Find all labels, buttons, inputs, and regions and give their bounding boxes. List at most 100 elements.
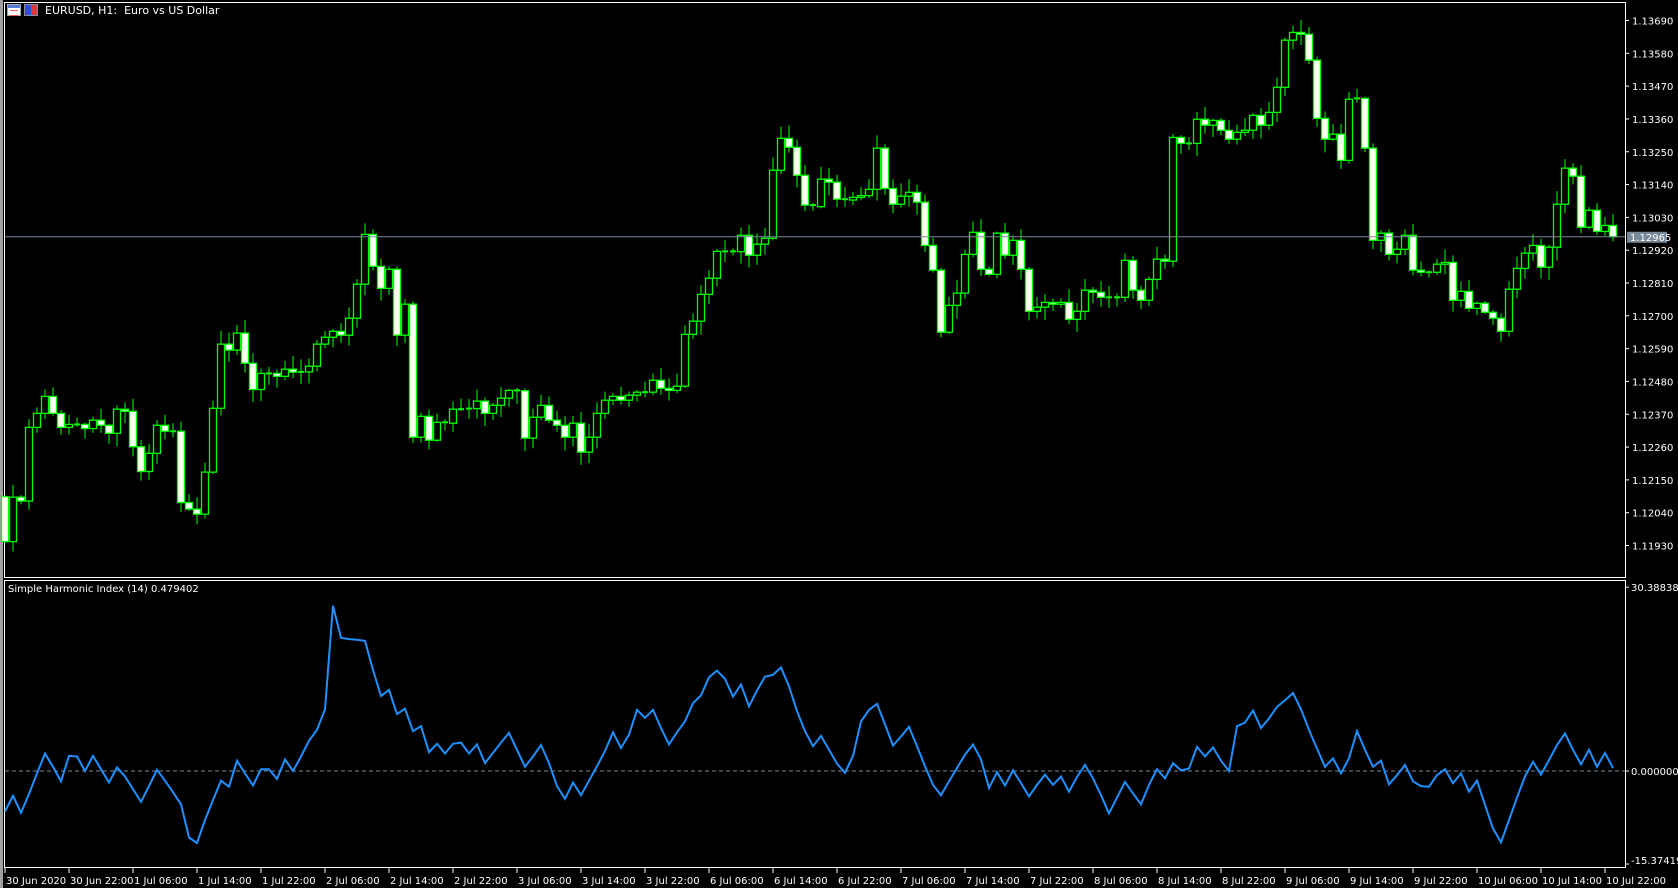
candle: [1440, 249, 1450, 275]
candle-body: [848, 196, 858, 201]
candle-body: [520, 390, 530, 439]
candle: [80, 422, 90, 439]
candle-body: [16, 496, 26, 502]
candle-body: [376, 265, 386, 290]
candle: [1336, 123, 1346, 170]
candle: [896, 183, 906, 208]
candle-body: [1544, 246, 1554, 268]
chart-canvas[interactable]: 1.13690 1.13580 1.13470 1.13360 1.13250 1.131…: [0, 0, 1678, 888]
candle-body: [1464, 290, 1474, 310]
candle: [256, 368, 266, 402]
candle: [384, 266, 394, 295]
indicator-series: [4, 605, 1625, 845]
candle: [208, 400, 218, 475]
candle-body: [344, 317, 354, 336]
candle-body: [1472, 302, 1482, 310]
candle: [488, 402, 498, 420]
candle: [1176, 135, 1186, 154]
candle: [504, 388, 514, 407]
candle: [1080, 278, 1090, 320]
time-label: 3 Jul 14:00: [582, 876, 636, 887]
candle-body: [984, 268, 994, 276]
candle: [1200, 106, 1210, 134]
price-label: 1.12590: [1632, 345, 1673, 356]
candle: [1376, 230, 1386, 252]
price-label: 1.12920: [1632, 246, 1673, 257]
candle-body: [1592, 209, 1602, 233]
candle: [872, 135, 882, 201]
candle-body: [88, 419, 98, 430]
candle-body: [1176, 136, 1186, 145]
candle: [1032, 296, 1042, 319]
candle: [368, 229, 378, 271]
candle: [992, 231, 1002, 279]
candle-body: [936, 269, 946, 333]
candle: [64, 414, 74, 435]
candle: [1120, 253, 1130, 302]
time-label: 10 Jul 14:00: [1542, 876, 1602, 887]
candle-body: [1096, 291, 1106, 298]
price-label: 1.12480: [1632, 377, 1673, 388]
candle-body: [1576, 175, 1586, 228]
candle: [760, 227, 770, 255]
time-label: 9 Jul 06:00: [1286, 876, 1340, 887]
candle-body: [432, 421, 442, 441]
candle-body: [1584, 209, 1594, 228]
candle: [1288, 25, 1298, 50]
candle-body: [576, 422, 586, 453]
candle-body: [1072, 310, 1082, 321]
candle: [112, 405, 122, 447]
candle: [1224, 120, 1234, 144]
candle-body: [1120, 259, 1130, 298]
candle-body: [360, 233, 370, 285]
candle-body: [368, 233, 378, 267]
candle-body: [904, 191, 914, 197]
candle: [1536, 238, 1546, 279]
candle-body: [1328, 133, 1338, 140]
candle-body: [776, 137, 786, 171]
candle: [672, 373, 682, 394]
price-label: 1.13690: [1632, 17, 1673, 28]
candle: [200, 462, 210, 519]
candle-body: [536, 404, 546, 418]
candle-body: [128, 410, 138, 448]
candle-body: [1528, 244, 1538, 254]
candle-body: [112, 408, 122, 434]
candle-body: [856, 194, 866, 199]
candle-body: [1496, 317, 1506, 332]
candle-body: [944, 304, 954, 333]
candle: [1144, 276, 1154, 306]
candle-body: [736, 234, 746, 253]
candle-body: [144, 452, 154, 473]
candle-body: [1488, 311, 1498, 319]
candle-body: [248, 362, 258, 391]
candle: [74, 417, 80, 427]
candle: [432, 413, 442, 443]
candle-body: [696, 293, 706, 322]
candle: [1416, 261, 1426, 277]
candle-body: [760, 237, 770, 245]
candle: [648, 373, 658, 396]
candle: [656, 367, 666, 395]
candle: [266, 366, 272, 385]
candle: [1192, 112, 1202, 157]
candle: [1024, 267, 1034, 321]
candle: [928, 237, 938, 273]
candle-body: [616, 395, 626, 401]
candle: [944, 296, 954, 335]
candle: [104, 423, 114, 444]
candle: [1064, 289, 1074, 325]
candle: [1296, 19, 1306, 45]
candle-body: [120, 408, 130, 412]
candle: [936, 267, 946, 338]
time-label: 1 Jul 06:00: [134, 876, 188, 887]
candle-body: [200, 471, 210, 515]
candle: [616, 386, 626, 405]
time-label: 7 Jul 22:00: [1030, 876, 1084, 887]
symbol-flag-icon: [24, 4, 38, 16]
candle-body: [1448, 261, 1458, 301]
candle: [184, 494, 194, 511]
candle: [536, 394, 546, 421]
candle-body: [56, 412, 66, 429]
candle-body: [1240, 129, 1250, 134]
